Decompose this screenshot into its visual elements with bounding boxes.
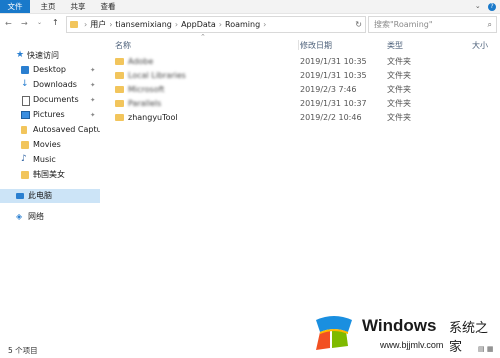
sidebar-item-label: 网络 — [28, 212, 44, 221]
folder-icon — [21, 171, 29, 179]
crumb-appdata[interactable]: AppData — [181, 20, 216, 29]
crumb-roaming[interactable]: Roaming — [225, 20, 260, 29]
sidebar-item-desktop[interactable]: Desktop ✦ — [0, 63, 100, 77]
ribbon: 文件 主页 共享 查看 ⌄ ? — [0, 0, 500, 14]
file-row[interactable]: zhangyuTool 2019/2/2 10:46 文件夹 — [110, 111, 492, 125]
music-icon: ♪ — [21, 154, 27, 164]
pictures-icon — [21, 111, 30, 119]
column-header-date[interactable]: 修改日期 — [300, 40, 332, 51]
file-row[interactable]: Local Libraries 2019/1/31 10:35 文件夹 — [110, 69, 492, 83]
file-date: 2019/2/2 10:46 — [300, 113, 362, 122]
file-name: zhangyuTool — [128, 113, 178, 122]
download-icon: ↓ — [21, 79, 29, 89]
file-date: 2019/2/3 7:46 — [300, 85, 357, 94]
file-row[interactable]: Adobe 2019/1/31 10:35 文件夹 — [110, 55, 492, 69]
file-name: Microsoft — [128, 85, 165, 94]
recent-locations-icon[interactable]: ⌄ — [37, 19, 42, 26]
file-date: 2019/1/31 10:37 — [300, 99, 367, 108]
back-arrow-icon[interactable]: ← — [5, 19, 12, 28]
search-placeholder: 搜索"Roaming" — [374, 20, 433, 29]
sidebar-item-label: Movies — [33, 140, 61, 149]
address-bar[interactable]: › 用户 › tiansemixiang › AppData › Roaming › ↻ — [66, 16, 366, 33]
watermark-url: www.bjjmlv.com — [380, 340, 444, 350]
folder-icon — [21, 126, 27, 134]
sidebar-item-downloads[interactable]: ↓ Downloads ✦ — [0, 78, 100, 92]
column-header-type[interactable]: 类型 — [387, 40, 403, 51]
sidebar-item-label: Music — [33, 155, 56, 164]
tab-share[interactable]: 共享 — [64, 0, 92, 13]
status-item-count: 5 个项目 — [8, 346, 38, 355]
sidebar-item-label: Pictures — [33, 110, 65, 119]
document-icon — [22, 96, 30, 106]
tab-view[interactable]: 查看 — [94, 0, 122, 13]
refresh-icon[interactable]: ↻ — [355, 17, 362, 32]
sidebar-item-label: Downloads — [33, 80, 77, 89]
expand-ribbon-icon[interactable]: ⌄ — [475, 0, 481, 13]
search-icon: ⌕ — [487, 20, 492, 29]
windows-logo-icon — [316, 316, 352, 350]
file-name: Parallels — [128, 99, 162, 108]
sidebar-item-label: 此电脑 — [28, 191, 52, 200]
sidebar-item-this-pc[interactable]: 此电脑 — [0, 189, 100, 203]
sidebar-item-label: 快速访问 — [27, 51, 59, 60]
network-icon: ◈ — [16, 212, 23, 221]
sidebar-item-label: Autosaved Capture — [33, 125, 100, 134]
sidebar-item-label: Documents — [33, 95, 79, 104]
sidebar-item-korean-beauty[interactable]: 韩国美女 — [0, 168, 100, 182]
file-name: Local Libraries — [128, 71, 186, 80]
column-header-name[interactable]: 名称 — [115, 40, 131, 51]
folder-icon — [115, 114, 124, 121]
desktop-icon — [21, 66, 29, 74]
crumb-user[interactable]: tiansemixiang — [115, 20, 171, 29]
file-type: 文件夹 — [387, 113, 411, 122]
help-icon[interactable]: ? — [488, 3, 496, 11]
sidebar-item-network[interactable]: ◈ 网络 — [0, 210, 100, 224]
breadcrumb: › 用户 › tiansemixiang › AppData › Roaming › — [84, 20, 267, 29]
folder-icon — [115, 72, 124, 79]
file-date: 2019/1/31 10:35 — [300, 57, 367, 66]
folder-icon — [21, 141, 29, 149]
file-type: 文件夹 — [387, 99, 411, 108]
column-divider[interactable] — [298, 40, 299, 50]
folder-icon — [115, 58, 124, 65]
star-icon: ★ — [16, 50, 25, 60]
file-date: 2019/1/31 10:35 — [300, 71, 367, 80]
search-input[interactable]: 搜索"Roaming" ⌕ — [368, 16, 497, 33]
file-row[interactable]: Microsoft 2019/2/3 7:46 文件夹 — [110, 83, 492, 97]
sidebar-item-pictures[interactable]: Pictures ✦ — [0, 108, 100, 122]
pin-icon[interactable]: ✦ — [90, 78, 95, 92]
sort-chevron-icon: ⌃ — [200, 33, 206, 41]
file-row[interactable]: Parallels 2019/1/31 10:37 文件夹 — [110, 97, 492, 111]
folder-icon — [115, 100, 124, 107]
crumb-users[interactable]: 用户 — [90, 20, 106, 29]
sidebar-item-documents[interactable]: Documents ✦ — [0, 93, 100, 107]
file-type: 文件夹 — [387, 85, 411, 94]
tab-file[interactable]: 文件 — [0, 0, 30, 13]
sidebar-item-quick-access[interactable]: ★ 快速访问 — [0, 49, 100, 63]
file-name: Adobe — [128, 57, 154, 66]
file-type: 文件夹 — [387, 71, 411, 80]
sidebar-item-movies[interactable]: Movies — [0, 138, 100, 152]
file-type: 文件夹 — [387, 57, 411, 66]
sidebar-item-music[interactable]: ♪ Music — [0, 153, 100, 167]
ribbon-controls: ⌄ ? — [470, 0, 496, 13]
folder-icon — [70, 21, 78, 28]
pin-icon[interactable]: ✦ — [90, 108, 95, 122]
folder-icon — [115, 86, 124, 93]
sidebar-item-label: 韩国美女 — [33, 170, 65, 179]
pin-icon[interactable]: ✦ — [90, 63, 95, 77]
watermark-suffix: 系统之家 — [449, 321, 489, 355]
up-arrow-icon[interactable]: ↑ — [52, 18, 59, 27]
sidebar-item-label: Desktop — [33, 65, 66, 74]
column-header-size[interactable]: 大小 — [472, 40, 488, 51]
watermark-brand: Windows — [362, 316, 437, 335]
pin-icon[interactable]: ✦ — [90, 93, 95, 107]
tab-home[interactable]: 主页 — [34, 0, 62, 13]
navigation-pane: ★ 快速访问 Desktop ✦ ↓ Downloads ✦ Documents… — [0, 38, 102, 338]
sidebar-item-autosaved-capture[interactable]: Autosaved Capture — [0, 123, 100, 137]
computer-icon — [16, 193, 24, 199]
forward-arrow-icon[interactable]: → — [21, 19, 28, 28]
